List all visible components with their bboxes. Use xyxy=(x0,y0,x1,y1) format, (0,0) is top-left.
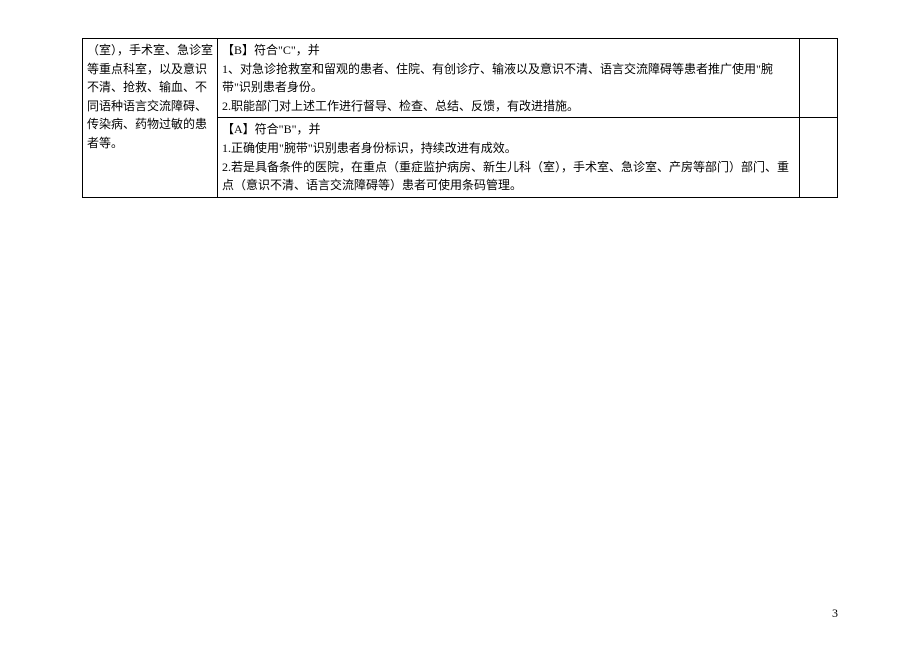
criteria-line: 1.正确使用"腕带"识别患者身份标识，持续改进有成效。 xyxy=(222,139,795,158)
empty-cell xyxy=(800,39,838,118)
criteria-header: 【A】符合"B"，并 xyxy=(222,120,795,139)
criteria-line: 1、对急诊抢救室和留观的患者、住院、有创诊疗、输液以及意识不清、语言交流障碍等患… xyxy=(222,60,795,97)
page-number: 3 xyxy=(832,606,838,621)
left-context-cell: （室），手术室、急诊室等重点科室，以及意识不清、抢救、输血、不同语种语言交流障碍… xyxy=(83,39,218,198)
criteria-cell-b: 【B】符合"C"，并 1、对急诊抢救室和留观的患者、住院、有创诊疗、输液以及意识… xyxy=(218,39,800,118)
criteria-header: 【B】符合"C"，并 xyxy=(222,41,795,60)
criteria-line: 2.职能部门对上述工作进行督导、检查、总结、反馈，有改进措施。 xyxy=(222,97,795,116)
criteria-line: 2.若是具备条件的医院，在重点（重症监护病房、新生儿科（室），手术室、急诊室、产… xyxy=(222,158,795,195)
criteria-cell-a: 【A】符合"B"，并 1.正确使用"腕带"识别患者身份标识，持续改进有成效。 2… xyxy=(218,118,800,197)
table-row: （室），手术室、急诊室等重点科室，以及意识不清、抢救、输血、不同语种语言交流障碍… xyxy=(83,39,838,118)
criteria-table: （室），手术室、急诊室等重点科室，以及意识不清、抢救、输血、不同语种语言交流障碍… xyxy=(82,38,838,198)
empty-cell xyxy=(800,118,838,197)
document-table-container: （室），手术室、急诊室等重点科室，以及意识不清、抢救、输血、不同语种语言交流障碍… xyxy=(82,38,838,198)
